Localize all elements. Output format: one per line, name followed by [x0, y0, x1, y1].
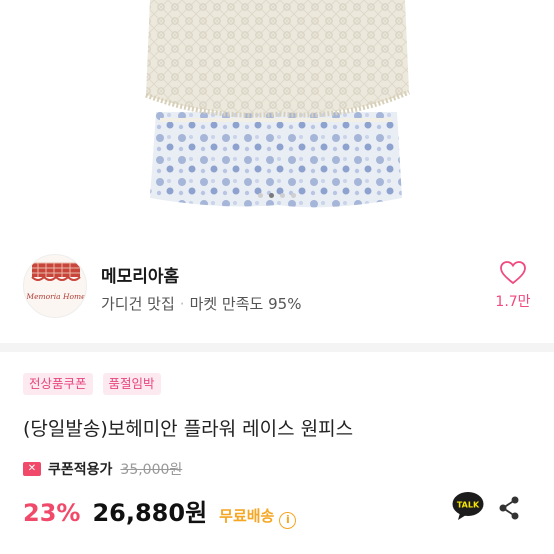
shop-logo-text: Memoria Home	[25, 292, 86, 301]
sale-price: 26,880원	[92, 499, 208, 527]
product-title: (당일발송)보헤미안 플라워 레이스 원피스	[23, 418, 354, 440]
meta-separator: ·	[179, 295, 185, 313]
shop-meta: 가디건 맛집 · 마켓 만족도 95%	[101, 293, 301, 314]
ticket-icon: ✕	[23, 462, 41, 476]
coupon-price-row: ✕ 쿠폰적용가 35,000원	[23, 459, 182, 479]
badge-low-stock: 품절임박	[102, 373, 161, 395]
shop-category: 가디건 맛집	[101, 295, 175, 313]
info-icon[interactable]: i	[279, 512, 297, 529]
product-detail-page: Memoria Home 메모리아홈 가디건 맛집 · 마켓 만족도 95% 1.7…	[0, 0, 554, 554]
product-image[interactable]	[0, 0, 554, 232]
original-price: 35,000원	[120, 462, 183, 478]
like-count: 1.7만	[495, 294, 531, 310]
pager-dot[interactable]	[258, 193, 263, 198]
shop-info[interactable]: Memoria Home 메모리아홈 가디건 맛집 · 마켓 만족도 95% 1.7…	[0, 248, 554, 328]
pager-dot[interactable]	[280, 193, 285, 198]
share-icon[interactable]	[498, 496, 520, 520]
free-shipping-label: 무료배송	[219, 507, 275, 525]
image-pager[interactable]	[0, 193, 554, 198]
pager-dot[interactable]	[291, 193, 296, 198]
talk-button[interactable]: TALK	[452, 491, 484, 521]
satisfaction-value: 95%	[268, 295, 302, 313]
price-row: 23% 26,880원 무료배송 i	[23, 493, 297, 529]
talk-label: TALK	[457, 501, 480, 510]
discount-rate: 23%	[23, 499, 81, 527]
heart-icon[interactable]	[500, 261, 526, 285]
shop-name[interactable]: 메모리아홈	[101, 262, 179, 287]
pager-dot-active[interactable]	[269, 193, 274, 198]
promo-badges: 전상품쿠폰 품절임박	[23, 373, 161, 395]
badge-all-coupon: 전상품쿠폰	[23, 373, 93, 395]
satisfaction-label: 마켓 만족도	[189, 295, 264, 313]
coupon-label: 쿠폰적용가	[48, 462, 113, 478]
shop-logo[interactable]: Memoria Home	[23, 254, 87, 318]
section-divider	[0, 343, 554, 352]
